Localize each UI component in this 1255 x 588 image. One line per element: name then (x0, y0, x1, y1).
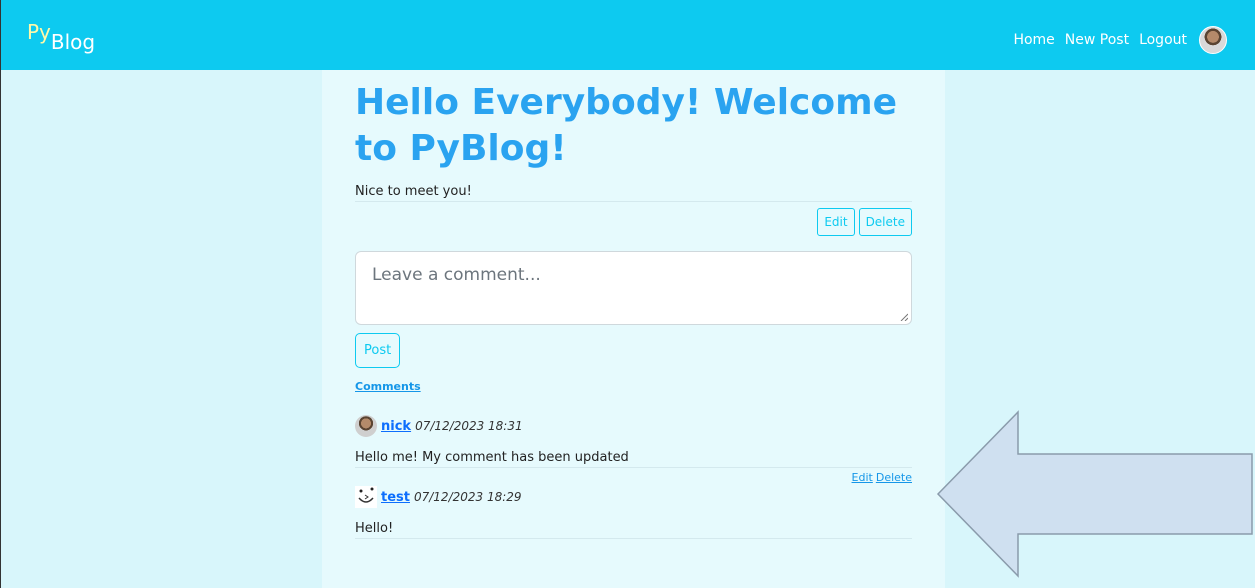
user-avatar[interactable] (1199, 26, 1227, 54)
resize-grip-icon[interactable] (900, 313, 908, 321)
comment-header: test 07/12/2023 18:29 (355, 486, 912, 508)
nav-logout-link[interactable]: Logout (1139, 32, 1187, 48)
avatar (355, 415, 377, 437)
nav-links: Home New Post Logout (1003, 26, 1227, 54)
brand-blog: Blog (50, 30, 96, 54)
comment-item: test 07/12/2023 18:29 Hello! (355, 486, 912, 539)
smiley-avatar-icon (355, 486, 377, 508)
comments-heading[interactable]: Comments (355, 380, 912, 393)
nav-new-post-link[interactable]: New Post (1065, 32, 1129, 48)
comment-body: Hello! (355, 521, 912, 539)
comment-item: nick 07/12/2023 18:31 Hello me! My comme… (355, 415, 912, 484)
nav-home-link[interactable]: Home (1013, 32, 1054, 48)
edit-comment-link[interactable]: Edit (852, 471, 873, 484)
brand-logo[interactable]: PyBlog (27, 20, 95, 54)
comment-placeholder: Leave a comment... (372, 265, 541, 285)
post-body: Nice to meet you! (355, 184, 912, 202)
edit-post-button[interactable]: Edit (817, 208, 855, 236)
arrow-left-icon (936, 410, 1253, 578)
post-container: Hello Everybody! Welcome to PyBlog! Nice… (355, 80, 912, 539)
post-title: Hello Everybody! Welcome to PyBlog! (355, 82, 898, 169)
comment-header: nick 07/12/2023 18:31 (355, 415, 912, 437)
navbar: PyBlog Home New Post Logout (1, 0, 1255, 70)
post-actions: Edit Delete (355, 208, 912, 236)
comment-user-link[interactable]: test (381, 490, 410, 505)
brand-py: Py (27, 20, 51, 44)
delete-post-button[interactable]: Delete (858, 208, 912, 236)
comment-date: 07/12/2023 18:31 (415, 419, 523, 433)
delete-comment-link[interactable]: Delete (876, 471, 912, 484)
comment-date: 07/12/2023 18:29 (413, 490, 522, 504)
comment-user-link[interactable]: nick (381, 419, 411, 434)
comment-body: Hello me! My comment has been updated (355, 450, 912, 468)
comment-input[interactable]: Leave a comment... (355, 251, 912, 325)
post-comment-button[interactable]: Post (355, 333, 401, 368)
comment-actions: Edit Delete (355, 471, 912, 484)
